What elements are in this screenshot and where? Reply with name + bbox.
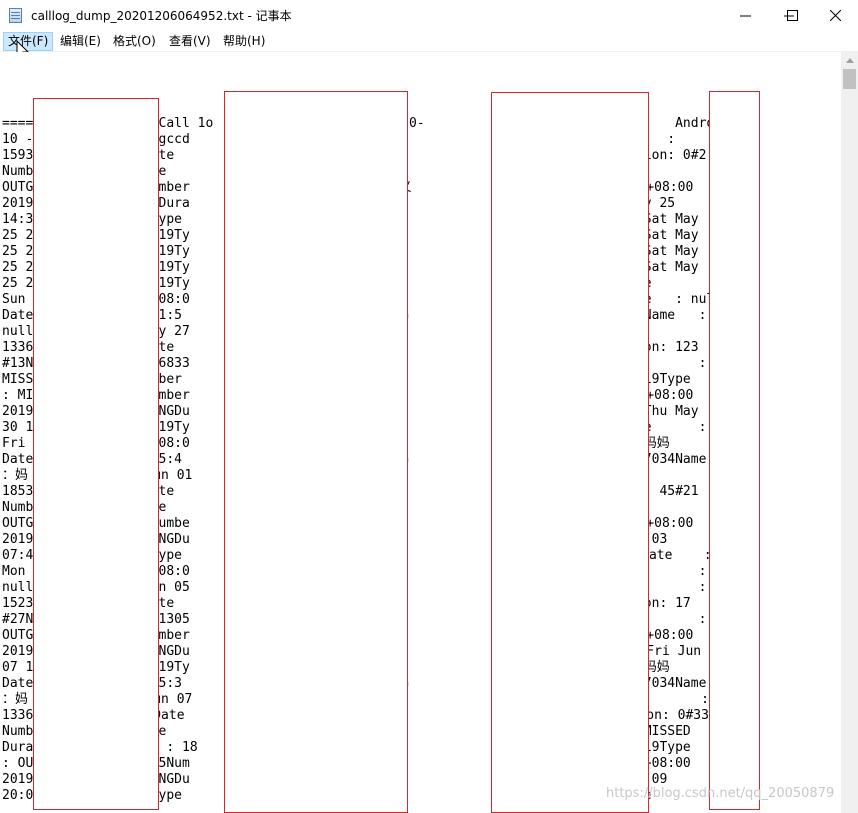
watermark-text: https://blog.csdn.net/qq_20050879 [606,786,835,801]
menu-format[interactable]: 格式(O) [109,32,160,51]
redaction-box-1 [33,98,159,810]
maximize-icon [786,10,798,21]
menu-bar: 文件(F) 编辑(E) 格式(O) 查看(V) 帮助(H) [0,31,858,52]
menu-view[interactable]: 查看(V) [165,32,215,51]
window-title: calllog_dump_20201206064952.txt - 记事本 [31,9,292,23]
minimize-glyph-icon [739,15,751,17]
redaction-box-2 [224,91,408,813]
scroll-up-button[interactable] [841,52,858,69]
vertical-scrollbar[interactable] [841,52,858,813]
minimize-button-glyph[interactable] [722,0,768,31]
menu-edit[interactable]: 编辑(E) [56,32,105,51]
menu-help[interactable]: 帮助(H) [219,32,269,51]
restore-button[interactable] [769,0,815,31]
notepad-icon [9,8,22,23]
scroll-thumb[interactable] [843,69,856,89]
scroll-up-arrow-icon [845,58,854,63]
redaction-box-4 [709,91,760,810]
close-icon [829,10,841,21]
redaction-box-3 [491,92,649,813]
close-button[interactable] [812,0,858,31]
